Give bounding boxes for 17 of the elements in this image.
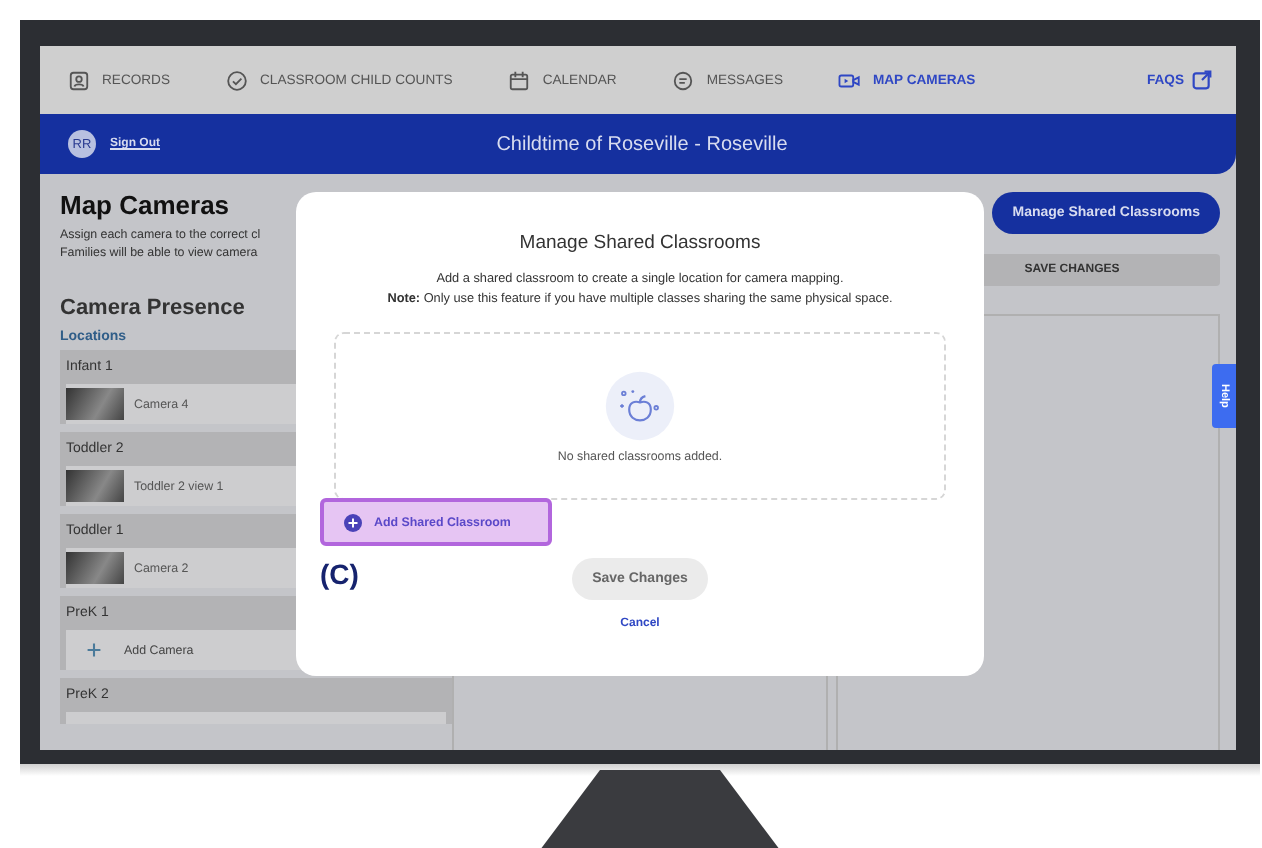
photo-placeholder bbox=[66, 388, 124, 420]
plus-circle-icon bbox=[344, 513, 362, 531]
annotation-label: (C) bbox=[320, 558, 359, 590]
section-title: Camera Presence bbox=[60, 296, 245, 320]
id-card-icon bbox=[68, 69, 90, 91]
photo-placeholder bbox=[66, 470, 124, 502]
check-circle-icon bbox=[226, 69, 248, 91]
school-title: Childtime of Roseville - Roseville bbox=[494, 133, 790, 155]
page-title: Map Cameras bbox=[60, 190, 232, 220]
external-link-icon bbox=[1192, 70, 1212, 90]
calendar-icon bbox=[508, 69, 531, 91]
plus-icon bbox=[86, 642, 102, 658]
apple-icon bbox=[604, 369, 676, 441]
chat-icon bbox=[672, 69, 695, 91]
video-camera-icon bbox=[838, 69, 861, 91]
photo-placeholder bbox=[66, 552, 124, 584]
dialog-title: Manage Shared Classrooms bbox=[519, 232, 761, 254]
